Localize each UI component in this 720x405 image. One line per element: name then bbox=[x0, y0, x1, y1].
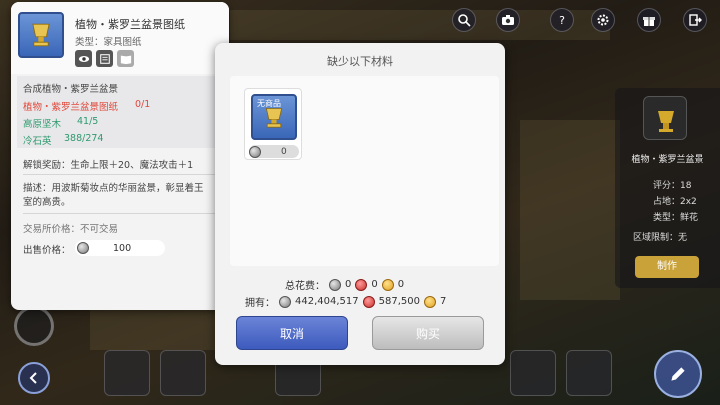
material-name: 高原坚木 bbox=[23, 119, 62, 130]
blueprint-type: 类型：家具图纸 bbox=[75, 37, 142, 48]
craft-button[interactable]: 制作 bbox=[635, 256, 699, 278]
blueprint-thumbnail bbox=[18, 12, 64, 58]
furniture-info-panel: 植物・紫罗兰盆景 评分：18 占地：2x2 类型：鲜花 区域限制：无 制作 bbox=[615, 88, 720, 288]
furniture-score: 评分：18 bbox=[653, 181, 692, 191]
blueprint-info-icon[interactable] bbox=[96, 50, 113, 67]
furniture-thumbnail bbox=[643, 96, 687, 140]
missing-items-list: 无商品 0 bbox=[230, 76, 499, 266]
help-icon[interactable]: ? bbox=[550, 8, 574, 32]
cat-coin-icon bbox=[381, 278, 394, 291]
zeny-coin-icon bbox=[329, 278, 341, 291]
cancel-button[interactable]: 取消 bbox=[236, 316, 348, 350]
sell-price-label: 出售价格： bbox=[23, 245, 71, 256]
dialog-title: 缺少以下材料 bbox=[327, 55, 393, 68]
material-count: 41/5 bbox=[77, 116, 99, 127]
material-count: 0/1 bbox=[135, 99, 151, 110]
craft-title: 合成植物・紫罗兰盆景 bbox=[23, 84, 119, 95]
tooltip-header: 植物・紫罗兰盆景图纸 类型：家具图纸 bbox=[11, 2, 229, 74]
settings-icon[interactable] bbox=[591, 8, 615, 32]
furniture-slot[interactable] bbox=[510, 350, 556, 396]
owned-cat-coin: 7 bbox=[439, 296, 447, 307]
item-thumbnail: 无商品 bbox=[251, 94, 297, 140]
total-zeny: 0 bbox=[345, 279, 352, 290]
item-count: 0 bbox=[281, 146, 287, 157]
ruby-icon bbox=[362, 295, 375, 308]
sell-price-field: 100 bbox=[75, 240, 165, 256]
buy-button[interactable]: 购买 bbox=[372, 316, 484, 350]
crafting-materials-section: 合成植物・紫罗兰盆景 植物・紫罗兰盆景图纸 0/1 高原坚木 41/5 冷石英 … bbox=[17, 76, 223, 148]
owned-row: 拥有： 442,404,517 587,500 7 bbox=[245, 294, 446, 309]
furniture-slot[interactable] bbox=[566, 350, 612, 396]
missing-item-card[interactable]: 无商品 0 bbox=[244, 88, 302, 160]
owned-ruby: 587,500 bbox=[378, 296, 420, 307]
ruby-icon bbox=[355, 278, 368, 291]
owned-label: 拥有： bbox=[245, 298, 275, 309]
furniture-name: 植物・紫罗兰盆景 bbox=[631, 155, 704, 165]
back-button[interactable] bbox=[18, 362, 50, 394]
divider bbox=[23, 213, 217, 214]
joystick-button[interactable] bbox=[14, 306, 54, 346]
furniture-type: 类型：鲜花 bbox=[653, 213, 699, 223]
trophy-icon bbox=[32, 23, 50, 47]
pencil-icon bbox=[671, 367, 685, 381]
exchange-price: 交易所价格：不可交易 bbox=[23, 224, 119, 235]
item-count-pill: 0 bbox=[249, 145, 299, 158]
book-icon[interactable] bbox=[117, 50, 134, 67]
total-cat-coin: 0 bbox=[397, 279, 405, 290]
svg-text:?: ? bbox=[559, 14, 565, 27]
divider bbox=[23, 174, 217, 175]
total-cost-row: 总花费： 0 0 0 bbox=[285, 277, 404, 292]
exit-icon[interactable] bbox=[683, 8, 707, 32]
blueprint-title: 植物・紫罗兰盆景图纸 bbox=[75, 18, 185, 31]
gift-icon[interactable] bbox=[637, 8, 661, 32]
owned-zeny: 442,404,517 bbox=[295, 296, 359, 307]
total-cost-label: 总花费： bbox=[285, 281, 325, 292]
cat-coin-icon bbox=[423, 295, 436, 308]
material-name: 冷石英 bbox=[23, 136, 52, 147]
camera-icon[interactable] bbox=[496, 8, 520, 32]
zeny-coin-icon bbox=[77, 242, 89, 254]
unlock-reward: 解锁奖励：生命上限＋20、魔法攻击＋1 bbox=[23, 160, 194, 171]
no-stock-badge: 无商品 bbox=[257, 99, 281, 108]
missing-materials-dialog: 缺少以下材料 无商品 0 总花费： 0 0 0 拥有： 442,404,517 … bbox=[215, 43, 505, 365]
total-ruby: 0 bbox=[371, 279, 378, 290]
material-count: 388/274 bbox=[64, 133, 104, 144]
furniture-region-limit: 区域限制：无 bbox=[633, 233, 688, 243]
zeny-coin-icon bbox=[279, 295, 291, 308]
edit-button[interactable] bbox=[654, 350, 702, 398]
sell-price-value: 100 bbox=[113, 242, 132, 254]
furniture-slot[interactable] bbox=[104, 350, 150, 396]
eye-icon[interactable] bbox=[75, 50, 92, 67]
material-name: 植物・紫罗兰盆景图纸 bbox=[23, 102, 119, 113]
furniture-slot[interactable] bbox=[160, 350, 206, 396]
furniture-area: 占地：2x2 bbox=[653, 197, 697, 207]
zeny-coin-icon bbox=[249, 145, 261, 158]
search-icon[interactable] bbox=[452, 8, 476, 32]
blueprint-tooltip: 植物・紫罗兰盆景图纸 类型：家具图纸 合成植物・紫罗兰盆景 植物・紫罗兰盆景图纸… bbox=[11, 2, 229, 310]
chevron-left-icon bbox=[29, 372, 37, 384]
blueprint-description: 描述：用波斯菊妆点的华丽盆景，彰显着王室的高贵。 bbox=[23, 183, 204, 208]
